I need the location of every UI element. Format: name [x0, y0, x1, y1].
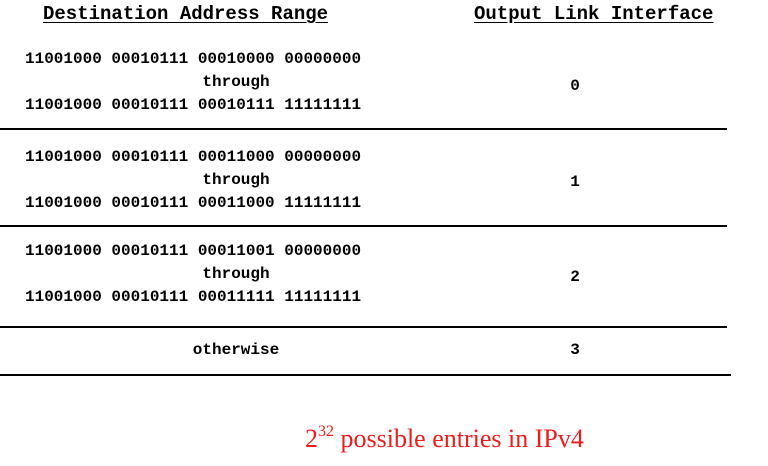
range-end-address: 11001000 00010111 00011111 11111111: [25, 288, 362, 306]
range-through-label: through: [202, 73, 270, 91]
range-end-address: 11001000 00010111 00011000 11111111: [25, 194, 362, 212]
table-row: 11001000 00010111 00011000 00000000 thro…: [25, 146, 447, 215]
row-divider: [0, 128, 727, 130]
ipv4-entries-note: 232 possible entries in IPv4: [305, 423, 584, 454]
table-bottom-rule: [0, 374, 731, 376]
output-interface-value: 2: [570, 268, 580, 286]
otherwise-label: otherwise: [192, 341, 280, 359]
note-base: 2: [305, 424, 318, 453]
range-start-address: 11001000 00010111 00010000 00000000: [25, 50, 362, 68]
table-row: 11001000 00010111 00010000 00000000 thro…: [25, 48, 447, 117]
note-exponent: 32: [318, 423, 334, 440]
output-interface-value: 3: [570, 341, 580, 359]
range-start-address: 11001000 00010111 00011000 00000000: [25, 148, 362, 166]
row-divider: [0, 225, 727, 227]
output-interface-value: 1: [570, 173, 580, 191]
range-through-label: through: [202, 265, 270, 283]
output-interface-header: Output Link Interface: [474, 3, 714, 25]
range-through-label: through: [202, 171, 270, 189]
destination-range-header: Destination Address Range: [43, 3, 329, 25]
range-end-address: 11001000 00010111 00010111 11111111: [25, 96, 362, 114]
table-row: 11001000 00010111 00011001 00000000 thro…: [25, 240, 447, 309]
range-start-address: 11001000 00010111 00011001 00000000: [25, 242, 362, 260]
output-interface-value: 0: [570, 77, 580, 95]
note-text: possible entries in IPv4: [334, 424, 584, 453]
row-divider: [0, 326, 727, 328]
